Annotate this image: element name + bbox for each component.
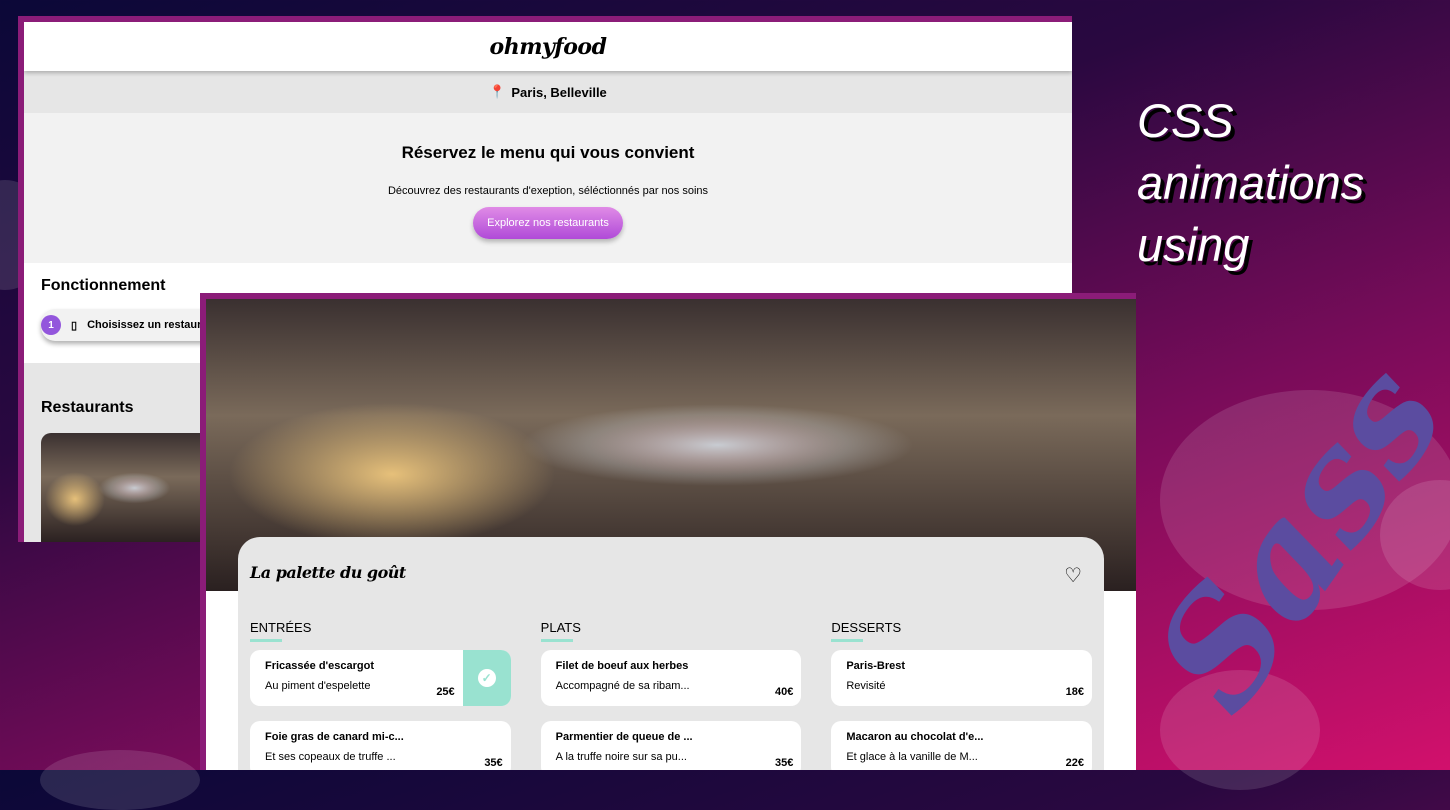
tagline-line: animations <box>1137 156 1365 209</box>
dish-item[interactable]: Parmentier de queue de ... A la truffe no… <box>540 721 802 770</box>
location-bar: 📍 Paris, Belleville <box>24 71 1072 113</box>
dish-price: 18€ <box>1065 686 1085 698</box>
menu-column: DESSERTS Paris-Brest Revisité 18€ Macaron au… <box>831 620 1093 770</box>
restaurant-page-screenshot: La palette du goût ♡ ENTRÉES Fricassée d'… <box>200 293 1136 770</box>
hero-text: Découvrez des restaurants d'exeption, sé… <box>387 185 709 197</box>
column-underline <box>831 639 864 642</box>
dish-name: Fricassée d'escargot <box>265 660 375 672</box>
dish-price: 40€ <box>774 686 794 698</box>
dish-item[interactable]: Paris-Brest Revisité 18€ <box>831 650 1093 706</box>
decor-bubble <box>40 750 200 810</box>
menu-column: ENTRÉES Fricassée d'escargot Au piment d'e… <box>250 620 511 770</box>
dish-description: Et ses copeaux de truffe ... <box>265 751 396 763</box>
column-title: ENTRÉES <box>250 620 312 635</box>
dish-price: 22€ <box>1065 757 1085 769</box>
step-number: 1 <box>41 315 61 335</box>
column-underline <box>540 639 573 642</box>
dish-description: Et glace à la vanille de M... <box>846 751 978 763</box>
column-title: PLATS <box>540 620 581 635</box>
dish-item[interactable]: Fricassée d'escargot Au piment d'espelett… <box>250 650 511 706</box>
location-text: Paris, Belleville <box>511 84 607 100</box>
dish-price: 35€ <box>774 757 794 769</box>
map-pin-icon: 📍 <box>489 84 506 99</box>
hero-section: Réservez le menu qui vous convient Décou… <box>24 113 1072 263</box>
dish-price: 25€ <box>436 686 455 698</box>
dish-description: Revisité <box>846 680 886 692</box>
dish-name: Parmentier de queue de ... <box>555 731 693 743</box>
dish-item[interactable]: Foie gras de canard mi-c... Et ses copeau… <box>250 721 511 770</box>
explore-button[interactable]: Explorez nos restaurants <box>473 207 623 239</box>
menu-column: PLATS Filet de boeuf aux herbes Accompagné… <box>540 620 802 770</box>
dish-name: Foie gras de canard mi-c... <box>265 731 404 743</box>
hero-title: Réservez le menu qui vous convient <box>401 143 695 162</box>
tagline: CSS animations using <box>1137 90 1364 276</box>
tagline-line: using <box>1137 218 1250 271</box>
dish-item[interactable]: Macaron au chocolat d'e... Et glace à la … <box>831 721 1093 770</box>
dish-name: Paris-Brest <box>846 660 906 672</box>
dish-description: A la truffe noire sur sa pu... <box>555 751 687 763</box>
ohmyfood-logo[interactable]: ohmyfood <box>490 34 607 60</box>
dish-name: Macaron au chocolat d'e... <box>846 731 984 743</box>
restaurant-photo[interactable] <box>41 433 211 542</box>
step-label: Choisissez un restaurant <box>87 319 218 331</box>
column-title: DESSERTS <box>831 620 902 635</box>
heart-icon[interactable]: ♡ <box>1064 563 1082 588</box>
menu-card: La palette du goût ♡ ENTRÉES Fricassée d'… <box>238 537 1104 770</box>
dish-description: Au piment d'espelette <box>265 680 371 692</box>
phone-icon: ▯ <box>71 319 78 332</box>
dish-name: Filet de boeuf aux herbes <box>555 660 689 672</box>
column-underline <box>250 639 282 642</box>
tagline-line: CSS <box>1137 94 1234 147</box>
dish-item[interactable]: Filet de boeuf aux herbes Accompagné de s… <box>540 650 802 706</box>
restaurant-name: La palette du goût <box>250 563 406 582</box>
header: ohmyfood <box>24 22 1072 71</box>
dish-price: 35€ <box>484 757 503 769</box>
check-icon: ✓ <box>462 650 511 706</box>
dish-description: Accompagné de sa ribam... <box>555 680 690 692</box>
